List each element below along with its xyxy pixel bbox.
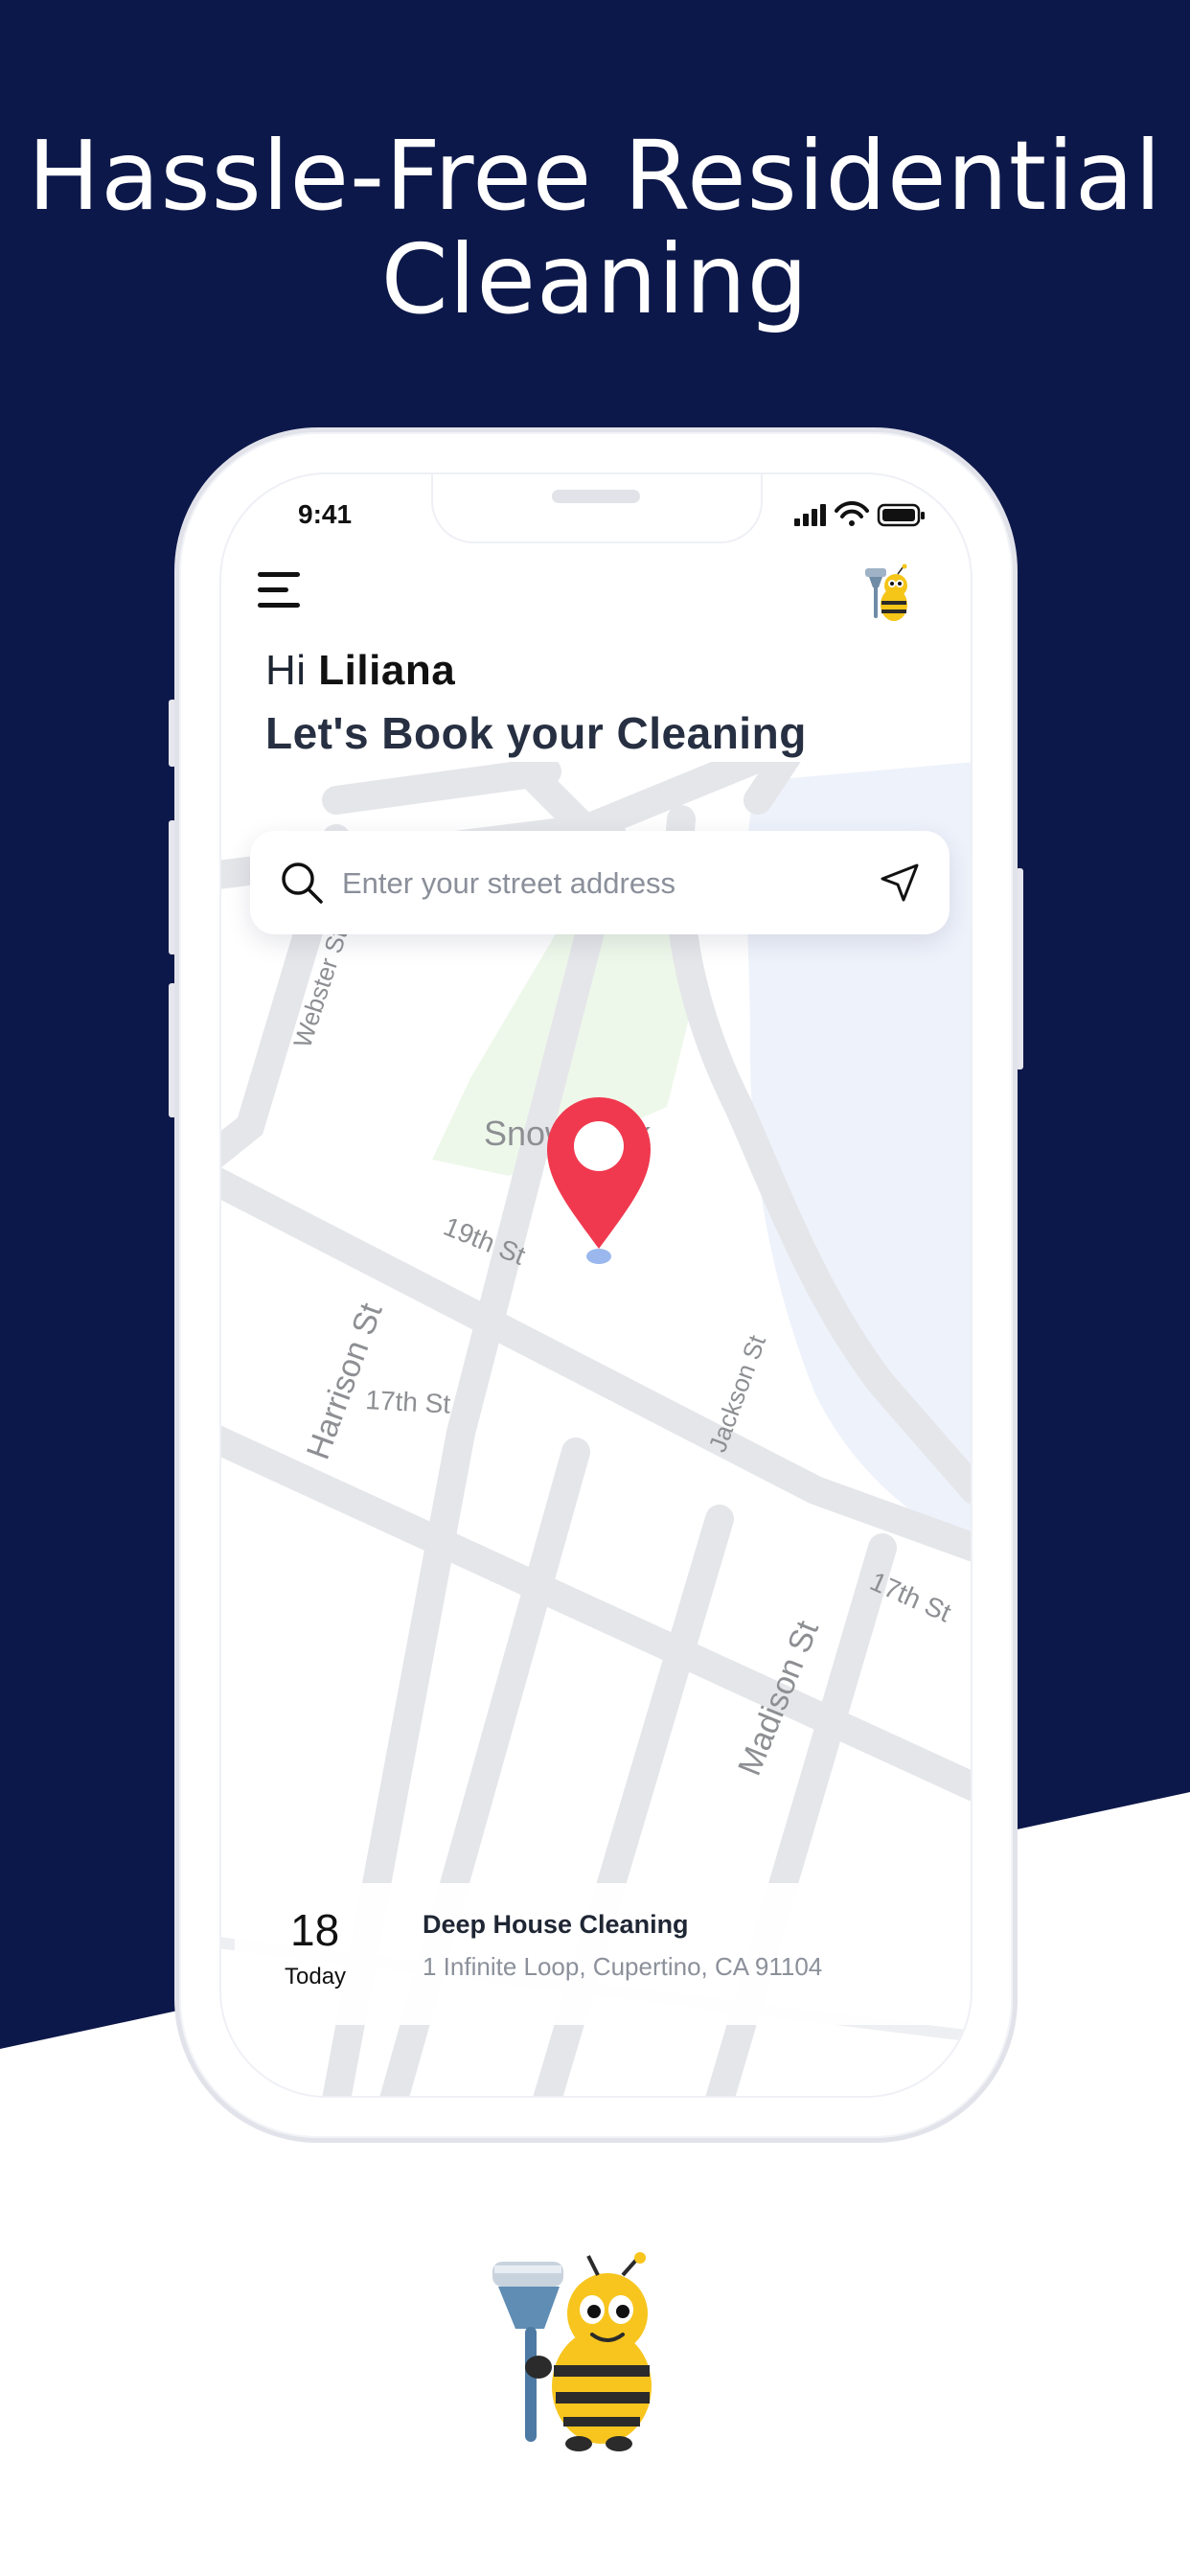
phone-frame: Snow Park Webster St Harrison St 19th St… (174, 427, 1018, 2143)
address-search-input[interactable] (340, 854, 881, 913)
address-search-bar (250, 831, 950, 934)
booking-address: 1 Infinite Loop, Cupertino, CA 91104 (423, 1952, 823, 1981)
menu-icon[interactable] (258, 568, 306, 612)
menu-line-3 (258, 603, 300, 608)
hero-title: Hassle-Free Residential Cleaning (0, 125, 1190, 332)
phone-screen: Snow Park Webster St Harrison St 19th St… (219, 472, 973, 2098)
status-time: 9:41 (298, 499, 353, 529)
map-label-17th-left: 17th St (365, 1385, 451, 1419)
greeting-hi: Hi (265, 647, 307, 694)
menu-line-2 (258, 587, 288, 592)
menu-line-1 (258, 572, 300, 577)
signal-icon (794, 504, 826, 526)
battery-icon (877, 503, 925, 527)
bee-mascot-icon[interactable] (859, 563, 917, 626)
status-icons (794, 501, 925, 527)
booking-title: Deep House Cleaning (423, 1910, 689, 1939)
greeting-name: Liliana (318, 647, 456, 694)
wifi-icon (835, 501, 869, 526)
greeting-subtitle: Let's Book your Cleaning (265, 708, 807, 758)
hero-title-line-2: Cleaning (380, 223, 810, 335)
search-icon[interactable] (279, 860, 325, 906)
phone-speaker (552, 490, 640, 503)
booking-day: 18 (290, 1905, 340, 1955)
greeting: Hi Liliana (265, 647, 455, 695)
bee-mascot-icon (492, 2252, 652, 2451)
hero-title-line-1: Hassle-Free Residential (28, 120, 1162, 232)
booking-day-label: Today (285, 1964, 347, 1990)
phone-notch (431, 474, 763, 543)
navigation-arrow-icon[interactable] (879, 862, 921, 904)
booking-card[interactable]: 18 Today Deep House Cleaning 1 Infinite … (235, 1883, 961, 2025)
